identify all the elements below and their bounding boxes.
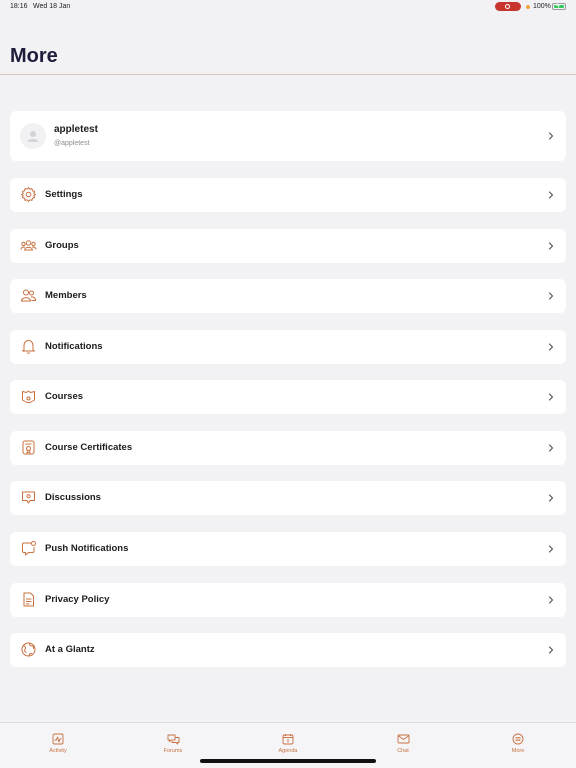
menu-item-push-notifications[interactable]: Push Notifications	[10, 532, 566, 566]
status-bar: 18:16 Wed 18 Jan 100% ϟ	[0, 0, 576, 14]
menu-item-groups[interactable]: Groups	[10, 229, 566, 263]
tab-more[interactable]: More	[488, 733, 548, 754]
document-icon	[23, 592, 34, 607]
more-icon	[512, 733, 524, 745]
forums-icon	[167, 734, 179, 745]
menu-item-label: Groups	[45, 240, 79, 251]
battery-icon: ϟ	[552, 3, 566, 10]
menu-item-label: Course Certificates	[45, 442, 133, 453]
bell-icon	[22, 340, 35, 354]
profile-name: appletest	[54, 124, 98, 135]
menu-item-course-certificates[interactable]: Course Certificates	[10, 431, 566, 465]
menu-item-members[interactable]: Members	[10, 279, 566, 313]
chevron-right-icon	[548, 444, 554, 452]
profile-card[interactable]: appletest @appletest	[10, 111, 566, 161]
chevron-right-icon	[548, 132, 554, 140]
home-indicator[interactable]	[200, 759, 376, 763]
members-icon	[20, 289, 37, 302]
menu-item-label: Push Notifications	[45, 543, 129, 554]
globe-icon	[21, 642, 36, 657]
menu-item-at-a-glantz[interactable]: At a Glantz	[10, 633, 566, 667]
chevron-right-icon	[548, 343, 554, 351]
tab-label: Chat	[397, 748, 409, 754]
calendar-icon	[282, 734, 294, 745]
status-date: Wed 18 Jan	[33, 3, 71, 10]
chevron-right-icon	[548, 545, 554, 553]
menu-item-label: Courses	[45, 391, 84, 402]
menu-item-label: Settings	[45, 189, 83, 200]
user-placeholder-icon	[27, 131, 39, 142]
discussion-icon	[22, 491, 35, 504]
tab-label: Forums	[163, 748, 183, 754]
menu-item-label: Discussions	[45, 492, 101, 503]
menu-item-label: At a Glantz	[45, 644, 95, 655]
battery-percentage: 100%	[533, 3, 551, 10]
screen-recording-indicator[interactable]	[495, 2, 521, 11]
avatar	[20, 123, 46, 149]
tab-chat[interactable]: Chat	[373, 733, 433, 754]
groups-icon	[20, 240, 37, 251]
menu-item-courses[interactable]: Courses	[10, 380, 566, 414]
chevron-right-icon	[548, 393, 554, 401]
tab-label: Agenda	[278, 748, 298, 754]
menu-item-settings[interactable]: Settings	[10, 178, 566, 212]
menu-item-label: Privacy Policy	[45, 594, 110, 605]
page-title: More	[10, 45, 58, 67]
mail-icon	[397, 734, 409, 744]
menu-item-discussions[interactable]: Discussions	[10, 481, 566, 515]
push-notification-icon	[22, 541, 36, 556]
menu-item-privacy-policy[interactable]: Privacy Policy	[10, 583, 566, 617]
menu-item-label: Notifications	[45, 341, 103, 352]
menu-item-label: Members	[45, 290, 87, 301]
chevron-right-icon	[548, 191, 554, 199]
course-icon	[22, 390, 35, 403]
chevron-right-icon	[548, 292, 554, 300]
gear-icon	[21, 187, 36, 202]
chevron-right-icon	[548, 494, 554, 502]
activity-icon	[52, 733, 64, 745]
tab-label: More	[511, 748, 525, 754]
tab-label: Activity	[49, 748, 67, 754]
chevron-right-icon	[548, 596, 554, 604]
certificate-icon	[22, 440, 35, 455]
header-divider	[0, 74, 576, 75]
tab-agenda[interactable]: Agenda	[258, 733, 318, 754]
status-time: 18:16	[10, 3, 28, 10]
tab-activity[interactable]: Activity	[28, 733, 88, 754]
tab-forums[interactable]: Forums	[143, 733, 203, 754]
chevron-right-icon	[548, 646, 554, 654]
profile-handle: @appletest	[54, 140, 90, 147]
chevron-right-icon	[548, 242, 554, 250]
privacy-indicator-dot	[526, 5, 530, 9]
menu-item-notifications[interactable]: Notifications	[10, 330, 566, 364]
